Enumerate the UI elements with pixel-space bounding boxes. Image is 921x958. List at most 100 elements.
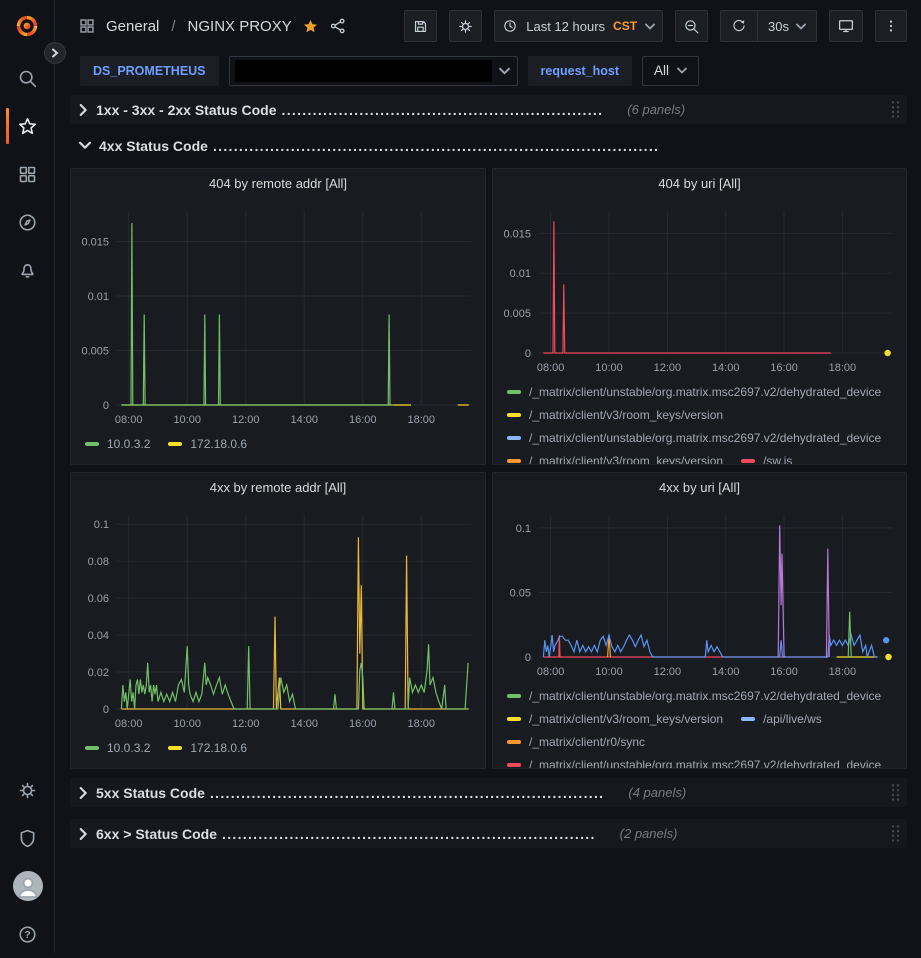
svg-text:0: 0 bbox=[103, 400, 109, 412]
grafana-logo[interactable] bbox=[0, 0, 54, 52]
timeseries-chart-4xx-by-uri[interactable]: 08:0010:0012:0014:0016:0018:0000.050.1 bbox=[493, 501, 906, 681]
dashboard-settings-button[interactable] bbox=[449, 10, 482, 42]
sidebar-item-help[interactable]: ? bbox=[0, 910, 55, 958]
chevron-down-icon bbox=[79, 141, 91, 150]
legend-swatch bbox=[85, 746, 99, 750]
request-host-select[interactable]: All bbox=[642, 56, 699, 86]
legend-label: /_matrix/client/unstable/org.matrix.msc2… bbox=[529, 431, 881, 445]
panel-title[interactable]: 404 by remote addr [All] bbox=[71, 169, 485, 197]
row-panel-count: (2 panels) bbox=[620, 826, 678, 841]
more-options-kebab-button[interactable] bbox=[875, 10, 907, 42]
legend-label: /_matrix/client/v3/room_keys/version bbox=[529, 408, 723, 422]
row-header-1xx-3xx-2xx[interactable]: 1xx - 3xx - 2xx Status Code ............… bbox=[70, 95, 907, 124]
chart-legend: /_matrix/client/unstable/org.matrix.msc2… bbox=[493, 377, 906, 464]
cycle-view-mode-button[interactable] bbox=[829, 10, 863, 42]
svg-text:0.08: 0.08 bbox=[88, 556, 109, 568]
refresh-button[interactable] bbox=[721, 11, 757, 41]
row-header-4xx[interactable]: 4xx Status Code ........................… bbox=[70, 133, 907, 158]
timeseries-chart-4xx-by-remote-addr[interactable]: 08:0010:0012:0014:0016:0018:0000.020.040… bbox=[71, 501, 485, 733]
grafana-flame-icon bbox=[14, 13, 40, 39]
row-drag-handle[interactable] bbox=[890, 783, 901, 802]
legend-swatch bbox=[741, 717, 755, 721]
row-drag-handle[interactable] bbox=[890, 824, 901, 843]
row-title: 4xx Status Code bbox=[99, 138, 208, 154]
sidebar-item-dashboards[interactable] bbox=[0, 150, 55, 198]
legend-label: /_matrix/client/v3/room_keys/version bbox=[529, 454, 723, 465]
sidebar-expand-button[interactable] bbox=[44, 42, 66, 64]
legend-label: /_matrix/client/r0/sync bbox=[529, 735, 645, 749]
legend-swatch bbox=[507, 413, 521, 417]
datasource-variable-label[interactable]: DS_PROMETHEUS bbox=[80, 56, 219, 86]
svg-text:16:00: 16:00 bbox=[770, 666, 798, 678]
legend-item[interactable]: /_matrix/client/v3/room_keys/version bbox=[507, 449, 723, 464]
sidebar-item-explore[interactable] bbox=[0, 198, 55, 246]
legend-item[interactable]: 172.18.0.6 bbox=[168, 432, 247, 455]
legend-item[interactable]: 172.18.0.6 bbox=[168, 736, 247, 759]
legend-item[interactable]: /_matrix/client/unstable/org.matrix.msc2… bbox=[507, 684, 881, 707]
explore-compass-icon bbox=[17, 212, 38, 233]
svg-text:0.01: 0.01 bbox=[510, 268, 531, 280]
legend-item[interactable]: 10.0.3.2 bbox=[85, 736, 150, 759]
legend-item[interactable]: /sw.js bbox=[741, 449, 792, 464]
favorite-star-button[interactable] bbox=[302, 18, 319, 35]
svg-text:0: 0 bbox=[525, 652, 531, 664]
main-area: General / NGINX PROXY La bbox=[55, 0, 921, 953]
legend-label: /_matrix/client/v3/room_keys/version bbox=[529, 712, 723, 726]
row-header-6xx[interactable]: 6xx > Status Code ......................… bbox=[70, 819, 907, 848]
share-alt-icon bbox=[329, 17, 347, 35]
row-header-5xx[interactable]: 5xx Status Code ........................… bbox=[70, 778, 907, 807]
legend-label: /_matrix/client/unstable/org.matrix.msc2… bbox=[529, 385, 881, 399]
breadcrumb-dashboard-title[interactable]: NGINX PROXY bbox=[188, 18, 292, 35]
panel-title[interactable]: 4xx by uri [All] bbox=[493, 473, 906, 501]
legend-item[interactable]: /_matrix/client/v3/room_keys/version bbox=[507, 707, 723, 730]
sidebar-item-alerting[interactable] bbox=[0, 246, 55, 294]
zoom-out-button[interactable] bbox=[675, 10, 708, 42]
top-navbar: General / NGINX PROXY La bbox=[55, 0, 921, 52]
caret-down-icon bbox=[645, 23, 655, 30]
alerting-bell-icon bbox=[17, 260, 38, 281]
caret-down-icon bbox=[796, 23, 806, 30]
svg-text:10:00: 10:00 bbox=[595, 666, 623, 678]
timeseries-chart-404-by-uri[interactable]: 08:0010:0012:0014:0016:0018:0000.0050.01… bbox=[493, 197, 906, 377]
svg-text:12:00: 12:00 bbox=[232, 718, 260, 730]
timeseries-chart-404-by-remote-addr[interactable]: 08:0010:0012:0014:0016:0018:0000.0050.01… bbox=[71, 197, 485, 429]
svg-text:16:00: 16:00 bbox=[349, 718, 377, 730]
save-dashboard-button[interactable] bbox=[404, 10, 437, 42]
datasource-select[interactable] bbox=[229, 56, 518, 86]
svg-text:12:00: 12:00 bbox=[232, 414, 260, 426]
legend-item[interactable]: /_matrix/client/unstable/org.matrix.msc2… bbox=[507, 426, 881, 449]
legend-item[interactable]: /_matrix/client/unstable/org.matrix.msc2… bbox=[507, 380, 881, 403]
help-icon: ? bbox=[17, 924, 38, 945]
share-button[interactable] bbox=[329, 17, 347, 35]
row-title: 6xx > Status Code bbox=[96, 826, 217, 842]
dashboard-grid-icon bbox=[78, 17, 96, 35]
sidebar-item-starred[interactable] bbox=[0, 102, 55, 150]
zoom-out-icon bbox=[683, 18, 700, 35]
legend-item[interactable]: /_matrix/client/v3/room_keys/version bbox=[507, 403, 723, 426]
sidebar-item-server-admin[interactable] bbox=[0, 814, 55, 862]
svg-text:14:00: 14:00 bbox=[290, 718, 318, 730]
svg-text:12:00: 12:00 bbox=[654, 362, 682, 374]
legend-item[interactable]: /api/live/ws bbox=[741, 707, 822, 730]
sidebar-item-configuration[interactable] bbox=[0, 766, 55, 814]
kebab-menu-icon bbox=[883, 18, 899, 34]
refresh-interval-dropdown[interactable]: 30s bbox=[757, 11, 816, 41]
legend-item[interactable]: /_matrix/client/unstable/org.matrix.msc2… bbox=[507, 753, 881, 768]
time-range-picker[interactable]: Last 12 hours CST bbox=[494, 10, 663, 42]
svg-text:08:00: 08:00 bbox=[537, 362, 565, 374]
row-drag-handle[interactable] bbox=[890, 100, 901, 119]
breadcrumb-folder[interactable]: General bbox=[106, 18, 159, 35]
svg-text:18:00: 18:00 bbox=[407, 414, 435, 426]
sidebar-item-profile[interactable] bbox=[0, 862, 55, 910]
chevron-right-icon bbox=[79, 828, 88, 840]
panel-title[interactable]: 404 by uri [All] bbox=[493, 169, 906, 197]
panel-title[interactable]: 4xx by remote addr [All] bbox=[71, 473, 485, 501]
legend-swatch bbox=[507, 459, 521, 463]
legend-label: /api/live/ws bbox=[763, 712, 822, 726]
panel-404-by-uri: 404 by uri [All] 08:0010:0012:0014:0016:… bbox=[492, 168, 907, 465]
request-host-variable-label[interactable]: request_host bbox=[528, 56, 633, 86]
refresh-picker: 30s bbox=[720, 10, 817, 42]
legend-item[interactable]: 10.0.3.2 bbox=[85, 432, 150, 455]
svg-text:18:00: 18:00 bbox=[407, 718, 435, 730]
legend-item[interactable]: /_matrix/client/r0/sync bbox=[507, 730, 645, 753]
